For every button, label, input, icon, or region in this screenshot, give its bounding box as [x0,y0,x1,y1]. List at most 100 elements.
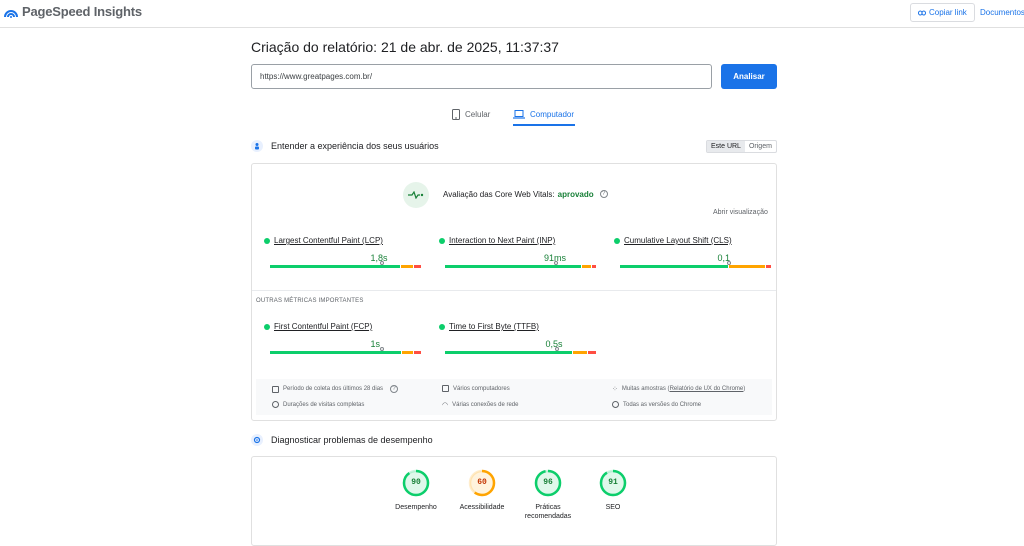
score-gauge[interactable]: 96 Práticas recomendadas [513,469,583,521]
tab-mobile[interactable]: Celular [452,104,490,124]
analyze-button[interactable]: Analisar [721,64,777,89]
distribution-bar [445,351,597,354]
info-chrome-text: Todas as versões do Chrome [623,401,702,408]
score-ring: 96 [534,469,562,497]
help-icon[interactable]: ? [599,190,608,198]
metric-name-link[interactable]: First Contentful Paint (FCP) [264,322,372,331]
link-icon [918,10,926,15]
status-dot-icon [614,237,620,244]
copy-link-button[interactable]: Copiar link [910,3,975,22]
calendar-icon [272,385,279,393]
info-computers: Vários computadores [442,385,510,392]
copy-link-label: Copiar link [929,8,967,17]
section-user-experience-header: Entender a experiência dos seus usuários [251,140,439,152]
info-period-text: Período de coleta dos últimos 28 dias [283,386,384,392]
score-label: Desempenho [395,504,437,511]
score-value: 60 [477,478,487,487]
score-gauge[interactable]: 90 Desempenho [381,469,451,512]
metric-block: First Contentful Paint (FCP) 1s [264,322,424,362]
status-dot-icon [439,323,445,330]
score-ring: 90 [402,469,430,497]
distribution-bar [270,265,422,268]
metric-name-link[interactable]: Largest Contentful Paint (LCP) [264,236,383,245]
info-networks: ◠ Várias conexões de rede [442,401,518,409]
metrics-divider [252,290,776,291]
chrome-ux-report-link[interactable]: Relatório de UX do Chrome [670,386,744,392]
distribution-bar [445,265,597,268]
metric-value: 1s [370,339,380,349]
info-samples: ⁘ Muitas amostras ( Relatório de UX do C… [612,385,745,393]
samples-icon: ⁘ [612,386,618,393]
url-origin-toggle: Este URL Origem [706,140,777,153]
score-ring: 91 [599,469,627,497]
top-bar: PageSpeed Insights Copiar link Documento… [0,0,1024,28]
metric-name-link[interactable]: Interaction to Next Paint (INP) [439,236,555,245]
metric-value: 0,5s [545,339,563,349]
cwv-label: Avaliação das Core Web Vitals: [443,190,555,199]
status-dot-icon [264,237,270,244]
status-dot-icon [439,237,445,244]
distribution-bar [270,351,422,354]
expand-view-link[interactable]: Abrir visualização [713,209,768,216]
score-ring: 60 [468,469,496,497]
good-segment [270,351,402,354]
percentile-marker [553,261,558,265]
tab-active-indicator [513,124,575,126]
score-label: Acessibilidade [459,504,505,511]
users-icon [251,140,263,152]
metric-block: Cumulative Layout Shift (CLS) 0,1 [614,236,774,276]
phone-icon [452,108,460,120]
distribution-bar [620,265,772,268]
other-metrics-label: OUTRAS MÉTRICAS IMPORTANTES [256,298,364,304]
timer-icon [272,401,279,408]
url-input[interactable] [251,64,712,89]
pagespeed-logo-icon [4,9,18,18]
metric-name-text: Largest Contentful Paint (LCP) [274,236,383,245]
logo[interactable]: PageSpeed Insights [4,4,142,19]
metric-name-text: Interaction to Next Paint (INP) [449,236,556,245]
laptop-icon [513,109,525,119]
info-chrome: Todas as versões do Chrome [612,401,701,408]
tab-desktop[interactable]: Computador [513,104,574,124]
poor-segment [414,351,421,354]
poor-segment [587,351,596,354]
good-segment [445,265,581,268]
metric-value: 1,8s [370,253,388,263]
period-help-icon[interactable]: ? [390,385,399,393]
wifi-icon: ◠ [442,402,449,409]
poor-segment [592,265,596,268]
section-diagnose-title: Diagnosticar problemas de desempenho [271,435,433,445]
needs-improvement-segment [402,351,414,354]
info-samples-end: ) [743,386,746,392]
metric-name-text: First Contentful Paint (FCP) [274,322,373,331]
tab-mobile-label: Celular [465,109,491,119]
origin-toggle[interactable]: Origem [745,141,776,152]
info-durations: Durações de visitas completas [272,401,364,408]
info-period: Período de coleta dos últimos 28 dias ? [272,385,399,393]
info-samples-text: Muitas amostras ( [621,386,670,392]
docs-link[interactable]: Documentos [980,8,1024,17]
metric-name-link[interactable]: Time to First Byte (TTFB) [439,322,539,331]
cwv-assessment: Avaliação das Core Web Vitals: aprovado … [443,190,608,199]
this-url-toggle[interactable]: Este URL [707,141,745,152]
needs-improvement-segment [400,265,414,268]
metric-name-link[interactable]: Cumulative Layout Shift (CLS) [614,236,732,245]
computers-icon [442,385,449,392]
score-gauge[interactable]: 60 Acessibilidade [447,469,517,512]
needs-improvement-segment [572,351,587,354]
section-user-experience-title: Entender a experiência dos seus usuários [271,141,439,151]
metric-block: Time to First Byte (TTFB) 0,5s [439,322,599,362]
good-segment [270,265,400,268]
info-computers-text: Vários computadores [453,385,510,392]
info-durations-text: Durações de visitas completas [283,401,365,408]
status-dot-icon [264,323,270,330]
score-value: 90 [411,478,421,487]
good-segment [620,265,729,268]
tab-desktop-label: Computador [530,109,575,119]
poor-segment [414,265,421,268]
metric-name-text: Cumulative Layout Shift (CLS) [624,236,732,245]
diagnose-icon [251,434,263,446]
score-label: SEO [605,504,621,511]
score-gauge[interactable]: 91 SEO [578,469,648,512]
metric-block: Interaction to Next Paint (INP) 91ms [439,236,599,276]
